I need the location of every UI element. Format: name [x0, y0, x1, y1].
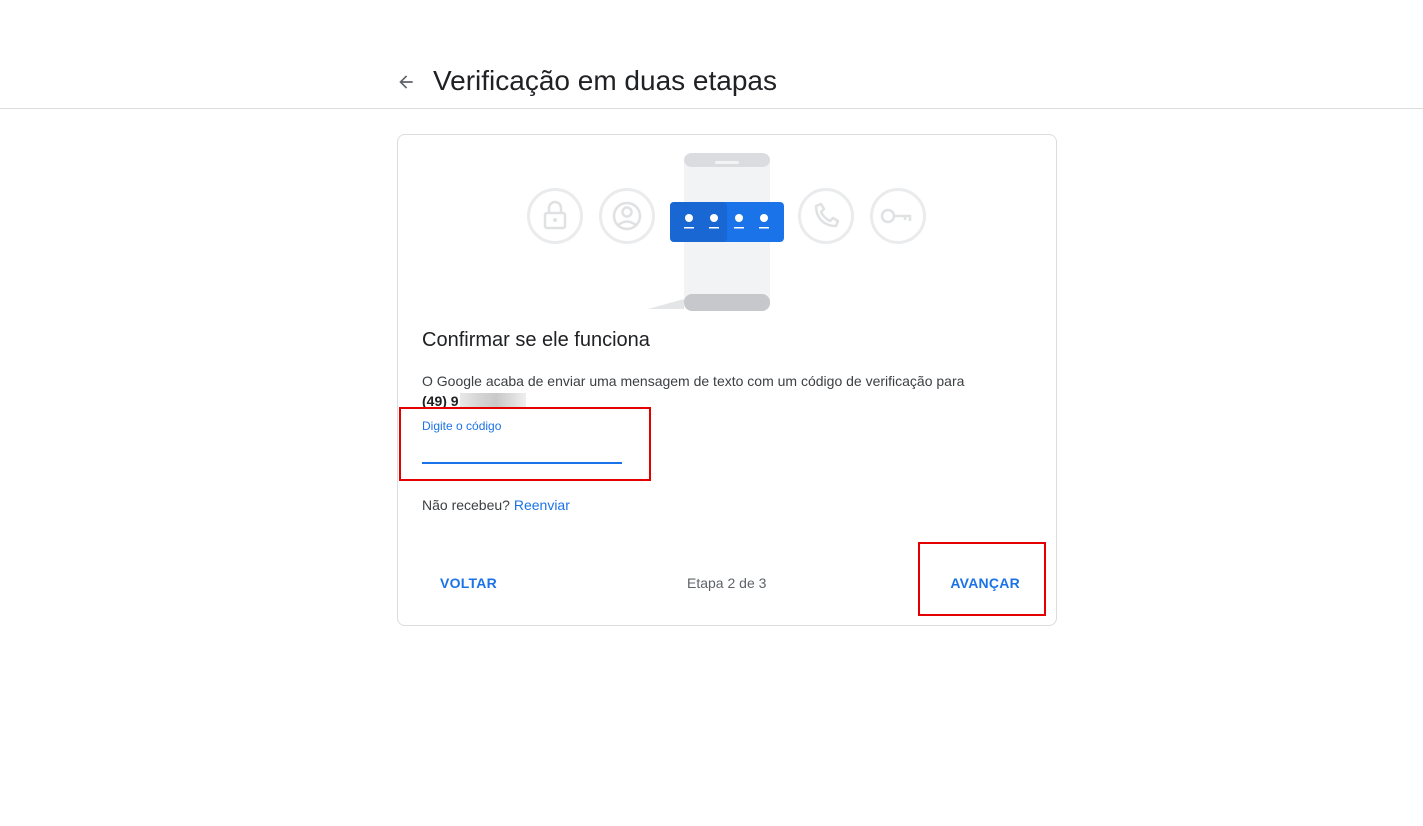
phone-line: (49) 9	[422, 391, 1022, 411]
account-circle-icon	[599, 188, 655, 244]
next-button[interactable]: AVANÇAR	[932, 565, 1038, 601]
phone-shadow	[648, 299, 684, 309]
back-step-button[interactable]: VOLTAR	[422, 565, 515, 601]
resend-row: Não recebeu? Reenviar	[422, 495, 570, 515]
step-indicator: Etapa 2 de 3	[687, 575, 767, 591]
password-dots-icon	[670, 202, 784, 242]
illustration	[527, 153, 926, 311]
redacted-phone-digits	[459, 393, 526, 409]
code-field-label: Digite o código	[422, 419, 502, 433]
code-input[interactable]	[422, 436, 622, 464]
code-field: Digite o código	[422, 418, 622, 466]
card-title: Confirmar se ele funciona	[422, 329, 650, 351]
back-button[interactable]	[391, 67, 421, 97]
description-text: O Google acaba de enviar uma mensagem de…	[422, 373, 965, 389]
page-header: Verificação em duas etapas	[0, 0, 1423, 109]
description: O Google acaba de enviar uma mensagem de…	[422, 371, 1022, 411]
verification-card: Confirmar se ele funciona O Google acaba…	[397, 134, 1057, 626]
key-icon	[870, 188, 926, 244]
resend-link[interactable]: Reenviar	[514, 497, 570, 513]
phone-number: (49) 9	[422, 393, 459, 409]
resend-prompt: Não recebeu?	[422, 497, 510, 513]
page-title: Verificação em duas etapas	[433, 65, 777, 96]
phone-icon	[798, 188, 854, 244]
arrow-back-icon	[399, 75, 413, 89]
lock-icon	[527, 188, 583, 244]
